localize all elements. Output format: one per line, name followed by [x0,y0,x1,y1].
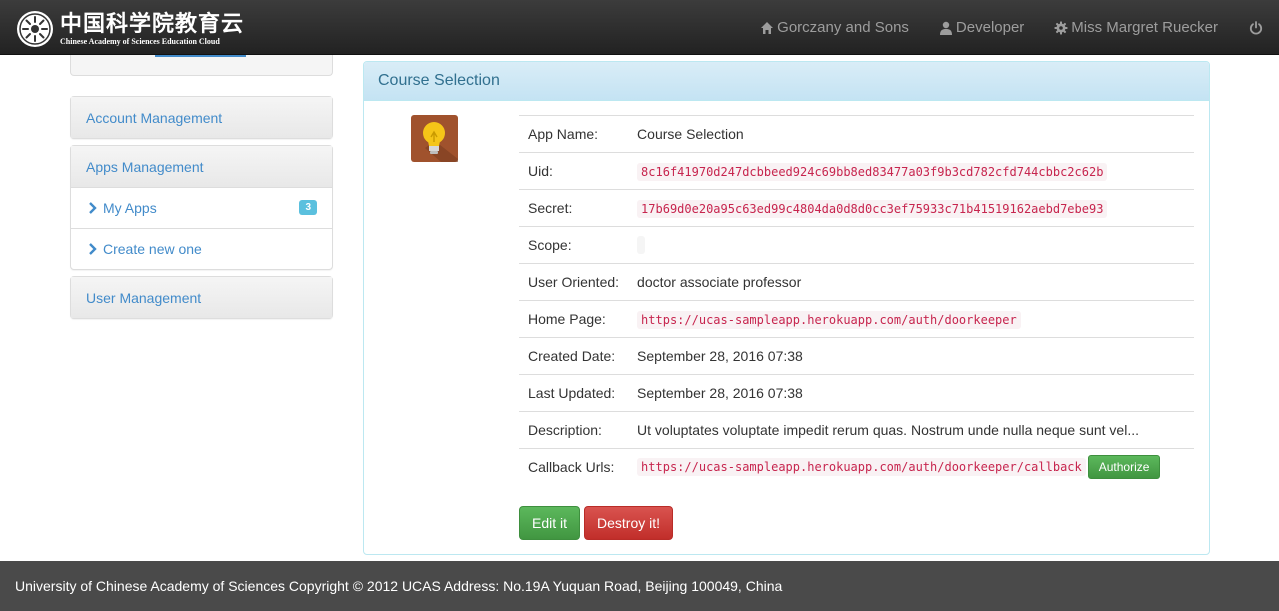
sidebar-item-user-management[interactable]: User Management [71,277,332,318]
secret-value: 17b69d0e20a95c63ed99c4804da0d8d0cc3ef759… [637,200,1108,218]
sidebar-item-account-management[interactable]: Account Management [71,97,332,138]
callback-url-value: https://ucas-sampleapp.herokuapp.com/aut… [637,457,1086,476]
table-row: Callback Urls: https://ucas-sampleapp.he… [519,448,1194,486]
description-value: Ut voluptates voluptate impedit rerum qu… [628,411,1194,449]
panel-actions: Edit it Destroy it! [519,506,677,540]
panel-header: Course Selection [364,62,1209,101]
home-page-cell: https://ucas-sampleapp.herokuapp.com/aut… [628,300,1194,338]
uid-label: Uid: [519,152,629,190]
sidebar-panel-users: User Management [70,276,333,319]
brand-name-cn: 中国科学院教育云 [60,10,245,37]
callback-urls-label: Callback Urls: [519,448,629,486]
gear-icon [1054,21,1068,34]
secret-cell: 17b69d0e20a95c63ed99c4804da0d8d0cc3ef759… [628,189,1194,227]
nav-user-settings[interactable]: Miss Margret Ruecker [1039,0,1233,55]
nav-organization[interactable]: Gorczany and Sons [745,0,924,55]
home-icon [761,21,774,34]
logout-button[interactable] [1233,0,1279,55]
footer-text: University of Chinese Academy of Science… [15,578,783,594]
page-footer: University of Chinese Academy of Science… [0,561,1279,611]
app-name-value: Course Selection [628,115,1194,153]
sidebar-item-label: My Apps [103,200,157,216]
sidebar-top-accent [155,55,246,57]
app-detail-table: App Name: Course Selection Uid: 8c16f419… [519,115,1194,486]
edit-button[interactable]: Edit it [519,506,581,540]
authorize-button[interactable]: Authorize [1087,455,1161,480]
table-row: Description: Ut voluptates voluptate imp… [519,411,1194,449]
table-row: Scope: [519,226,1194,264]
sidebar-panel-account: Account Management [70,96,333,139]
table-row: Created Date: September 28, 2016 07:38 [519,337,1194,375]
table-row: Last Updated: September 28, 2016 07:38 [519,374,1194,412]
home-page-label: Home Page: [519,300,629,338]
brand-text: 中国科学院教育云 Chinese Academy of Sciences Edu… [60,12,244,47]
created-date-value: September 28, 2016 07:38 [628,337,1194,375]
app-detail-panel: Course Selection App Name: Course Select… [363,61,1210,555]
scope-label: Scope: [519,226,629,264]
navbar-right: Gorczany and Sons Developer Miss Margret [745,0,1279,55]
user-icon [939,21,952,35]
cas-seal-logo [17,11,53,47]
sidebar-item-label: Account Management [86,109,223,126]
sidebar: Account Management Apps Management My Ap… [70,55,333,319]
sidebar-item-apps-management[interactable]: Apps Management [71,146,332,187]
sidebar-item-my-apps[interactable]: My Apps 3 [71,187,332,228]
sidebar-top-panel [70,55,333,76]
sidebar-item-label: Apps Management [86,158,204,175]
last-updated-label: Last Updated: [519,374,629,412]
user-oriented-value: doctor associate professor [628,263,1194,301]
home-page-value: https://ucas-sampleapp.herokuapp.com/aut… [637,311,1021,329]
sidebar-item-label: User Management [86,289,202,306]
sidebar-panel-apps: Apps Management My Apps 3 Create new one [70,145,333,270]
table-row: User Oriented: doctor associate professo… [519,263,1194,301]
secret-label: Secret: [519,189,629,227]
nav-role-label: Developer [955,19,1025,36]
sidebar-item-create-new[interactable]: Create new one [71,228,332,269]
top-navbar: 中国科学院教育云 Chinese Academy of Sciences Edu… [0,0,1279,55]
brand-name-en: Chinese Academy of Sciences Education Cl… [60,36,220,46]
table-row: App Name: Course Selection [519,115,1194,153]
power-icon [1249,20,1263,35]
nav-user-label: Miss Margret Ruecker [1071,19,1218,36]
brand-logo[interactable]: 中国科学院教育云 Chinese Academy of Sciences Edu… [16,9,244,49]
app-name-label: App Name: [519,115,629,153]
callback-cell: https://ucas-sampleapp.herokuapp.com/aut… [628,448,1194,486]
table-row: Secret: 17b69d0e20a95c63ed99c4804da0d8d0… [519,189,1194,227]
description-label: Description: [519,411,629,449]
nav-organization-label: Gorczany and Sons [777,19,909,36]
uid-value: 8c16f41970d247dcbbeed924c69bb8ed83477a03… [637,163,1108,181]
destroy-button[interactable]: Destroy it! [584,506,674,540]
scope-cell [628,226,1194,264]
panel-title: Course Selection [378,72,500,89]
user-oriented-label: User Oriented: [519,263,629,301]
lightbulb-icon [411,115,458,162]
uid-cell: 8c16f41970d247dcbbeed924c69bb8ed83477a03… [628,152,1194,190]
scope-value [637,236,646,255]
chevron-right-icon [89,243,97,255]
table-row: Uid: 8c16f41970d247dcbbeed924c69bb8ed834… [519,152,1194,190]
created-date-label: Created Date: [519,337,629,375]
my-apps-count-badge: 3 [299,200,317,215]
table-row: Home Page: https://ucas-sampleapp.heroku… [519,300,1194,338]
nav-role[interactable]: Developer [924,0,1039,55]
chevron-right-icon [89,202,97,214]
sidebar-item-label: Create new one [103,241,202,257]
last-updated-value: September 28, 2016 07:38 [628,374,1194,412]
